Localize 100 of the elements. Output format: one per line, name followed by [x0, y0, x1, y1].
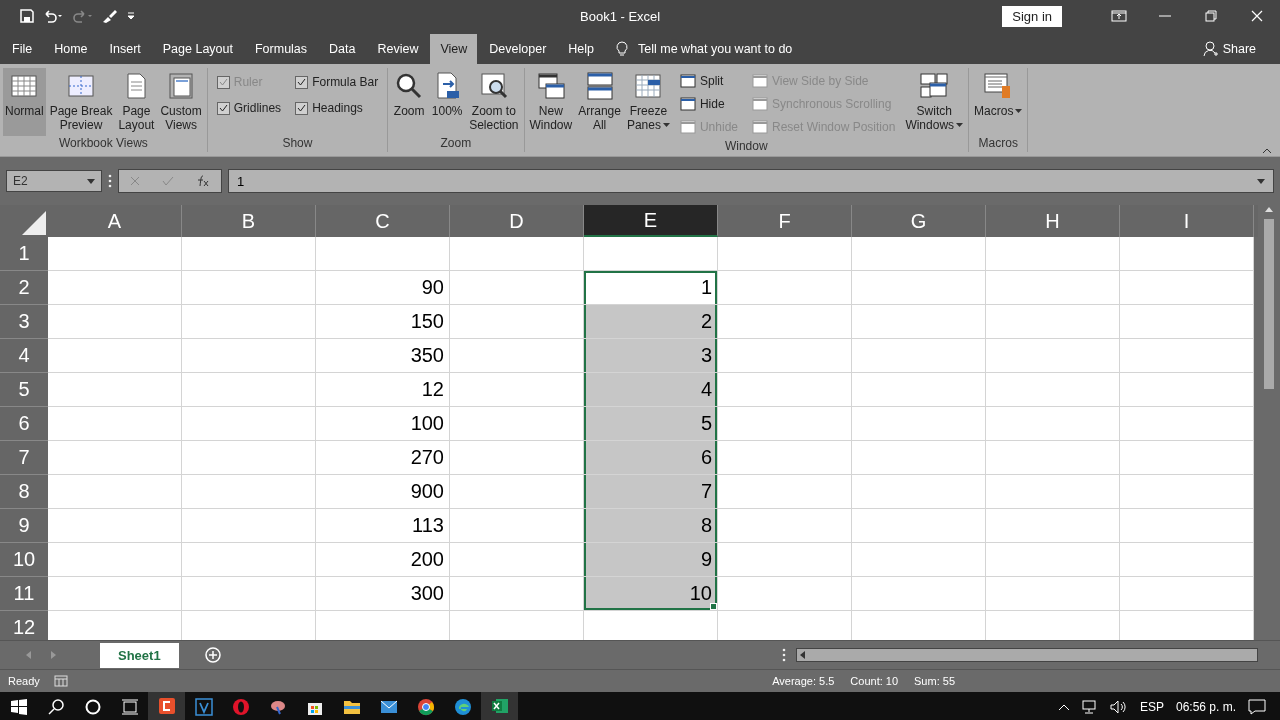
table-cell[interactable]	[718, 305, 852, 339]
notification-icon[interactable]	[1248, 699, 1266, 715]
table-cell[interactable]	[316, 611, 450, 640]
previous-sheet-icon[interactable]	[26, 651, 32, 659]
table-cell[interactable]	[718, 407, 852, 441]
table-cell[interactable]	[852, 407, 986, 441]
table-cell[interactable]	[48, 305, 182, 339]
table-cell[interactable]	[718, 271, 852, 305]
row-header[interactable]: 8	[0, 475, 48, 509]
table-cell[interactable]	[182, 475, 316, 509]
ribbon-button[interactable]: Split	[679, 72, 738, 89]
ribbon-button[interactable]: Page Layout	[116, 68, 157, 136]
table-cell[interactable]	[1120, 475, 1254, 509]
table-cell[interactable]	[852, 305, 986, 339]
scroll-up-icon[interactable]	[1264, 205, 1274, 213]
table-cell[interactable]	[852, 237, 986, 271]
minimize-icon[interactable]	[1159, 15, 1171, 17]
table-cell[interactable]	[986, 339, 1120, 373]
checkbox[interactable]: Headings	[295, 101, 379, 115]
table-cell[interactable]	[1120, 441, 1254, 475]
table-cell[interactable]: 7	[584, 475, 718, 509]
ribbon-button[interactable]: Freeze Panes	[624, 68, 672, 139]
checkbox[interactable]: Gridlines	[216, 101, 282, 115]
menu-tab[interactable]: Home	[44, 34, 98, 64]
app-icon[interactable]	[194, 698, 213, 716]
table-cell[interactable]	[584, 611, 718, 640]
horizontal-scrollbar[interactable]	[796, 648, 1258, 662]
sign-in-button[interactable]: Sign in	[1002, 5, 1062, 27]
table-cell[interactable]: 6	[584, 441, 718, 475]
name-box[interactable]: E2	[6, 170, 102, 192]
mail-icon[interactable]	[379, 700, 398, 714]
table-cell[interactable]	[450, 373, 584, 407]
ribbon-button[interactable]: Switch Windows	[903, 68, 966, 139]
undo-icon[interactable]	[42, 9, 64, 23]
speaker-icon[interactable]	[1109, 700, 1128, 714]
ribbon-button[interactable]: New Window	[527, 68, 575, 139]
menu-tab[interactable]: Formulas	[244, 34, 318, 64]
table-cell[interactable]	[48, 509, 182, 543]
table-cell[interactable]	[450, 271, 584, 305]
table-cell[interactable]	[986, 407, 1120, 441]
table-cell[interactable]: 300	[316, 577, 450, 611]
table-cell[interactable]	[986, 611, 1120, 640]
windows-logo-icon[interactable]	[10, 699, 27, 715]
clock-text[interactable]: 06:56 p. m.	[1175, 700, 1236, 714]
menu-tab[interactable]: Page Layout	[152, 34, 243, 64]
table-cell[interactable]: 4	[584, 373, 718, 407]
row-header[interactable]: 3	[0, 305, 48, 339]
row-header[interactable]: 11	[0, 577, 48, 611]
table-cell[interactable]	[718, 373, 852, 407]
language-indicator[interactable]: ESP	[1139, 700, 1164, 714]
row-header[interactable]: 10	[0, 543, 48, 577]
table-cell[interactable]	[48, 441, 182, 475]
edge-icon[interactable]	[453, 698, 472, 716]
row-header[interactable]: 4	[0, 339, 48, 373]
table-cell[interactable]: 10	[584, 577, 718, 611]
cancel-icon[interactable]	[130, 176, 140, 186]
ribbon-button[interactable]: Zoom	[391, 68, 428, 136]
table-cell[interactable]	[718, 237, 852, 271]
table-cell[interactable]	[182, 237, 316, 271]
row-header[interactable]: 5	[0, 373, 48, 407]
table-cell[interactable]: 200	[316, 543, 450, 577]
caret-icon[interactable]	[1257, 178, 1265, 184]
menu-tab[interactable]: Insert	[99, 34, 151, 64]
table-cell[interactable]	[718, 509, 852, 543]
browser-icon[interactable]	[231, 698, 250, 716]
app-icon[interactable]	[157, 697, 176, 715]
menu-tab[interactable]: Developer	[479, 34, 557, 64]
ribbon-button[interactable]: Custom Views	[158, 68, 204, 136]
table-cell[interactable]	[1120, 339, 1254, 373]
table-cell[interactable]	[48, 373, 182, 407]
table-cell[interactable]	[986, 509, 1120, 543]
table-cell[interactable]	[718, 339, 852, 373]
table-cell[interactable]	[48, 543, 182, 577]
table-cell[interactable]: 900	[316, 475, 450, 509]
table-cell[interactable]	[986, 577, 1120, 611]
table-cell[interactable]: 113	[316, 509, 450, 543]
table-cell[interactable]	[450, 577, 584, 611]
ribbon-button[interactable]: Normal	[3, 68, 46, 136]
close-icon[interactable]	[1251, 10, 1263, 22]
table-cell[interactable]	[182, 441, 316, 475]
table-cell[interactable]	[48, 407, 182, 441]
ribbon-button[interactable]: Hide	[679, 95, 738, 112]
table-cell[interactable]	[182, 305, 316, 339]
table-cell[interactable]	[718, 611, 852, 640]
circle-icon[interactable]	[84, 699, 101, 715]
table-cell[interactable]	[986, 475, 1120, 509]
table-cell[interactable]	[450, 509, 584, 543]
macro-record-icon[interactable]	[53, 675, 68, 687]
table-cell[interactable]	[48, 271, 182, 305]
table-cell[interactable]: 2	[584, 305, 718, 339]
table-cell[interactable]	[986, 373, 1120, 407]
column-header[interactable]: E	[584, 205, 718, 237]
row-header[interactable]: 9	[0, 509, 48, 543]
scrollbar-thumb[interactable]	[1264, 219, 1274, 389]
tell-me-search[interactable]: Tell me what you want to do	[638, 42, 793, 56]
table-cell[interactable]	[48, 237, 182, 271]
table-cell[interactable]: 9	[584, 543, 718, 577]
share-button[interactable]: Share	[1222, 42, 1256, 56]
table-cell[interactable]	[986, 543, 1120, 577]
chevron-up-icon[interactable]	[1057, 703, 1070, 711]
